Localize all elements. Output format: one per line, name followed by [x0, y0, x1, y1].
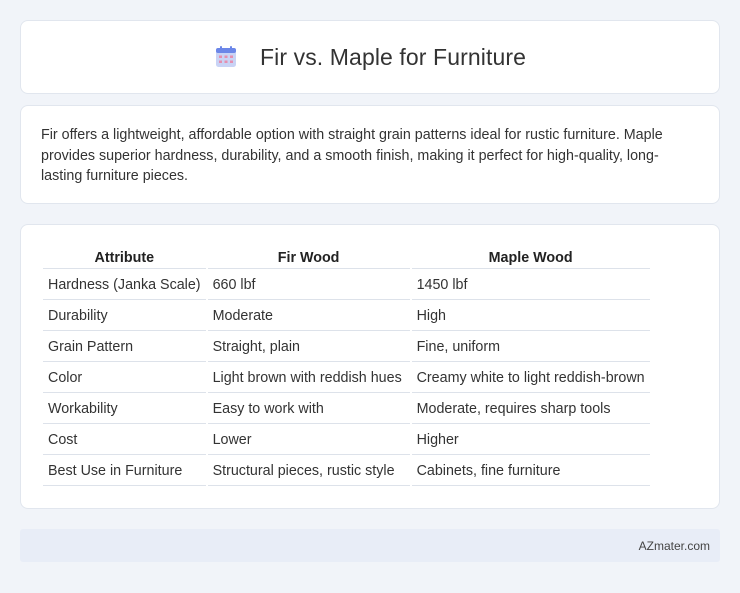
header-fir-wood: Fir Wood [207, 247, 410, 269]
summary-text: Fir offers a lightweight, affordable opt… [41, 127, 663, 184]
cell-maple: Cabinets, fine furniture [411, 457, 650, 486]
cell-maple: 1450 lbf [411, 271, 650, 300]
footer-bar: AZmater.com [20, 529, 720, 562]
page-title: Fir vs. Maple for Furniture [260, 43, 526, 70]
table-card: Attribute Fir Wood Maple Wood Hardness (… [20, 224, 720, 509]
cell-attribute: Grain Pattern [43, 333, 206, 362]
cell-maple: High [411, 302, 650, 331]
calendar-icon [214, 45, 238, 69]
cell-fir: Easy to work with [207, 395, 410, 424]
table-row: Color Light brown with reddish hues Crea… [43, 364, 650, 393]
cell-attribute: Best Use in Furniture [43, 457, 206, 486]
cell-fir: Lower [207, 426, 410, 455]
cell-fir: Moderate [207, 302, 410, 331]
cell-attribute: Durability [43, 302, 206, 331]
cell-fir: Straight, plain [207, 333, 410, 362]
cell-fir: Light brown with reddish hues [207, 364, 410, 393]
table-row: Grain Pattern Straight, plain Fine, unif… [43, 333, 650, 362]
cell-attribute: Workability [43, 395, 206, 424]
cell-maple: Fine, uniform [411, 333, 650, 362]
table-row: Workability Easy to work with Moderate, … [43, 395, 650, 424]
table-header-row: Attribute Fir Wood Maple Wood [43, 247, 650, 269]
cell-attribute: Cost [43, 426, 206, 455]
table-row: Cost Lower Higher [43, 426, 650, 455]
cell-maple: Creamy white to light reddish-brown [411, 364, 650, 393]
table-row: Best Use in Furniture Structural pieces,… [43, 457, 650, 486]
cell-fir: Structural pieces, rustic style [207, 457, 410, 486]
table-row: Hardness (Janka Scale) 660 lbf 1450 lbf [43, 271, 650, 300]
title-wrap: Fir vs. Maple for Furniture [214, 44, 526, 71]
cell-attribute: Color [43, 364, 206, 393]
summary-card: Fir offers a lightweight, affordable opt… [20, 105, 720, 204]
header-maple-wood: Maple Wood [411, 247, 650, 269]
header-attribute: Attribute [43, 247, 206, 269]
footer-site-link[interactable]: AZmater.com [639, 539, 710, 553]
comparison-table: Attribute Fir Wood Maple Wood Hardness (… [41, 245, 652, 488]
cell-fir: 660 lbf [207, 271, 410, 300]
cell-maple: Higher [411, 426, 650, 455]
cell-maple: Moderate, requires sharp tools [411, 395, 650, 424]
cell-attribute: Hardness (Janka Scale) [43, 271, 206, 300]
table-row: Durability Moderate High [43, 302, 650, 331]
header-card: Fir vs. Maple for Furniture [20, 20, 720, 94]
